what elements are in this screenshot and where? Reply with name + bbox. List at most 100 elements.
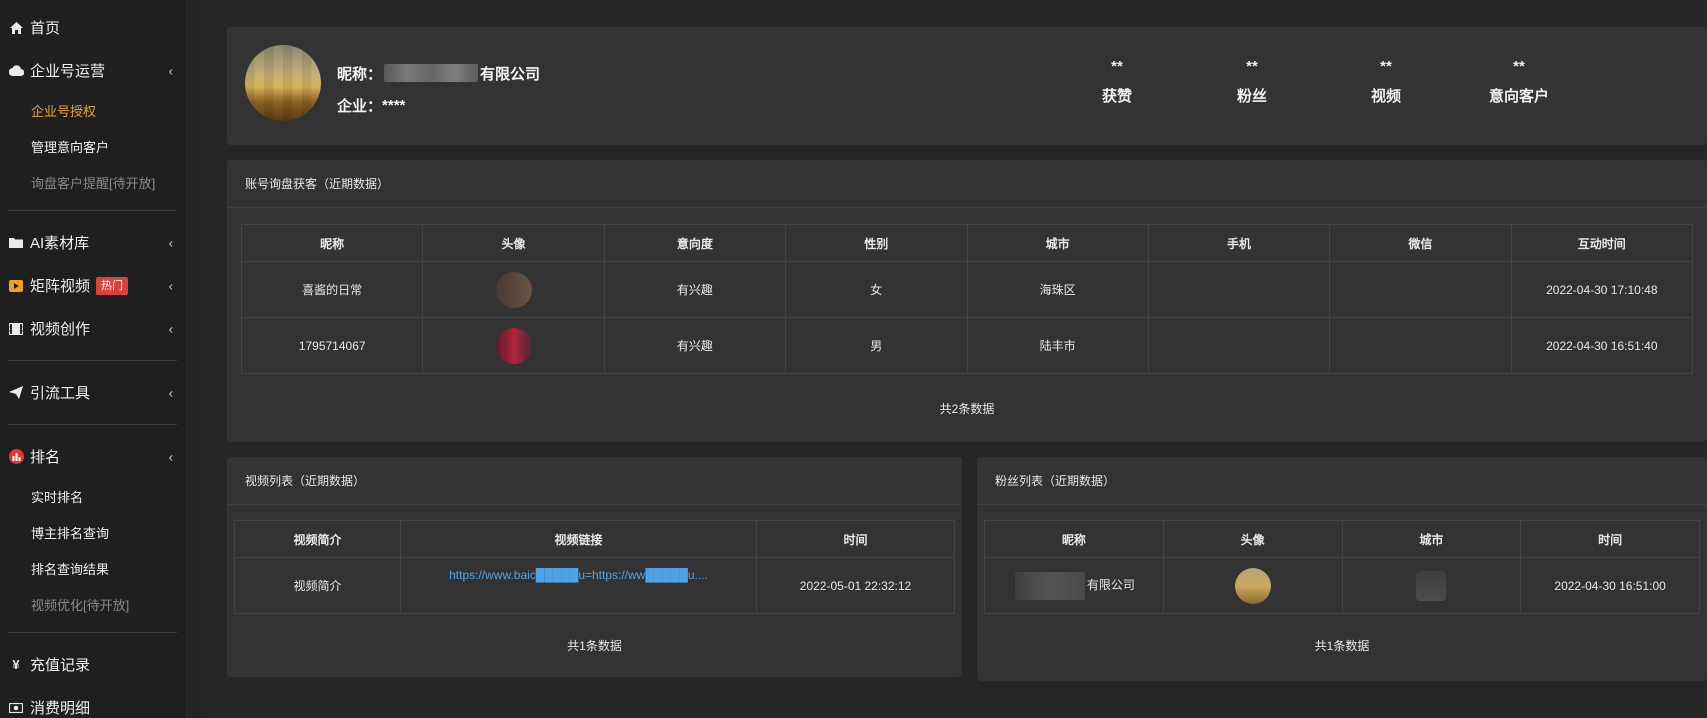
col-video-time: 时间: [756, 520, 955, 558]
cell-intent: 有兴趣: [603, 261, 787, 318]
chevron-left-icon: ‹: [168, 321, 173, 336]
stat-fans-label: 粉丝: [1236, 88, 1267, 105]
sub-ranking-results[interactable]: 排名查询结果: [0, 550, 185, 586]
cloud-icon: [8, 63, 24, 79]
fan-nickname-suffix: 有限公司: [1086, 577, 1135, 592]
sidebar-divider: [8, 424, 177, 425]
cell-fan-avatar: [1162, 557, 1343, 614]
nav-ranking-label: 排名: [30, 449, 61, 466]
chevron-left-icon: ‹: [168, 63, 173, 78]
col-phone: 手机: [1147, 224, 1331, 262]
table-row: 1795714067 有兴趣 男 陆丰市 2022-04-30 16:51:40: [240, 317, 1694, 374]
nav-ai-library-label: AI素材库: [30, 235, 90, 252]
profile-company-label: 企业：: [337, 97, 383, 115]
sidebar: 首页 企业号运营 ‹ 企业号授权 管理意向客户 询盘客户提醒[待开放] AI素材…: [0, 0, 193, 718]
nav-recharge[interactable]: ¥ 充值记录: [0, 643, 185, 686]
stat-intent-value: **: [1513, 58, 1525, 75]
sidebar-divider: [8, 632, 177, 633]
col-video-intro: 视频简介: [234, 520, 401, 558]
inquiry-title: 账号询盘获客（近期数据）: [227, 160, 1707, 208]
video-count: 共1条数据: [567, 639, 622, 653]
stat-intent-label: 意向客户: [1488, 88, 1549, 105]
avatar: [495, 271, 532, 308]
video-list-title: 视频列表（近期数据）: [227, 457, 962, 505]
nav-consumption[interactable]: 消费明细: [0, 686, 185, 718]
stat-intent-customers: ** 意向客户: [1459, 53, 1579, 113]
cell-fan-city: [1341, 557, 1522, 614]
stat-fans: ** 粉丝: [1192, 53, 1312, 113]
col-city: 城市: [966, 224, 1149, 262]
fans-table-wrap: 昵称 头像 城市 时间 有限公司 2022-04-30 16:51:00: [984, 520, 1700, 614]
stat-fans-value: **: [1246, 58, 1258, 75]
money-icon: [8, 700, 24, 716]
nav-enterprise[interactable]: 企业号运营 ‹: [0, 49, 185, 92]
nav-ranking[interactable]: 排名 ‹: [0, 435, 185, 478]
table-row: 有限公司 2022-04-30 16:51:00: [984, 557, 1700, 614]
nav-consumption-label: 消费明细: [30, 700, 91, 717]
nav-traffic-tools[interactable]: 引流工具 ‹: [0, 371, 185, 414]
cell-time: 2022-04-30 16:51:40: [1510, 317, 1694, 374]
nav-recharge-label: 充值记录: [30, 657, 91, 674]
fans-count: 共1条数据: [1314, 639, 1370, 653]
cell-avatar: [422, 317, 605, 374]
nav-enterprise-label: 企业号运营: [30, 63, 106, 80]
cell-gender: 男: [785, 317, 968, 374]
video-tag-icon: [8, 278, 24, 294]
col-fan-nickname: 昵称: [984, 520, 1164, 558]
redacted-name: [1014, 571, 1085, 600]
nav-home[interactable]: 首页: [0, 6, 185, 49]
inquiry-panel: 账号询盘获客（近期数据） 昵称 头像 意向度 性别 城市 手机 微信 互动时间: [227, 160, 1707, 442]
col-fan-time: 时间: [1520, 520, 1700, 558]
sidebar-divider: [8, 210, 177, 211]
video-link[interactable]: https://www.baic█████u=https://ww█████u.…: [449, 568, 708, 582]
nav-traffic-tools-label: 引流工具: [30, 385, 91, 402]
nav-matrix-video[interactable]: 矩阵视频 热门 ‹: [0, 264, 185, 307]
nav-video-create[interactable]: 视频创作 ‹: [0, 307, 185, 350]
stat-likes: ** 获赞: [1057, 53, 1177, 113]
sub-realtime-ranking[interactable]: 实时排名: [0, 478, 185, 514]
cell-wechat: [1329, 261, 1512, 318]
chevron-left-icon: ‹: [168, 235, 173, 250]
profile-nickname-label: 昵称：: [337, 65, 383, 83]
cell-nickname: 1795714067: [240, 317, 424, 374]
inquiry-table-wrap: 昵称 头像 意向度 性别 城市 手机 微信 互动时间 喜酱的日常 有兴趣 女 海…: [240, 224, 1694, 374]
avatar: [1234, 567, 1271, 604]
col-wechat: 微信: [1329, 224, 1512, 262]
sub-manage-customers[interactable]: 管理意向客户: [0, 128, 185, 164]
cell-video-intro: 视频简介: [234, 557, 401, 614]
chevron-left-icon: ‹: [168, 449, 173, 464]
video-header-row: 视频简介 视频链接 时间: [234, 520, 955, 558]
cell-avatar: [422, 261, 605, 318]
home-icon: [8, 20, 24, 36]
col-nickname: 昵称: [240, 224, 424, 262]
cell-time: 2022-04-30 17:10:48: [1510, 261, 1694, 318]
table-row: 喜酱的日常 有兴趣 女 海珠区 2022-04-30 17:10:48: [240, 261, 1694, 318]
inquiry-count: 共2条数据: [939, 402, 995, 416]
profile-nickname-row: 昵称： 有限公司: [337, 57, 540, 89]
col-fan-city: 城市: [1341, 520, 1522, 558]
cell-video-time: 2022-05-01 22:32:12: [756, 557, 955, 614]
fans-list-title: 粉丝列表（近期数据）: [977, 457, 1707, 505]
fans-list-panel: 粉丝列表（近期数据） 昵称 头像 城市 时间 有限公司 2022-04-30 1…: [977, 457, 1707, 681]
app-root: 首页 企业号运营 ‹ 企业号授权 管理意向客户 询盘客户提醒[待开放] AI素材…: [0, 0, 1707, 718]
inquiry-table: 昵称 头像 意向度 性别 城市 手机 微信 互动时间 喜酱的日常 有兴趣 女 海…: [240, 224, 1694, 374]
cell-video-link: https://www.baic█████u=https://ww█████u.…: [400, 557, 757, 614]
profile-avatar: [245, 45, 321, 121]
sub-blogger-ranking[interactable]: 博主排名查询: [0, 514, 185, 550]
profile-company-value: ****: [382, 96, 406, 114]
nav-video-create-label: 视频创作: [30, 321, 91, 338]
avatar: [495, 327, 532, 364]
fans-header-row: 昵称 头像 城市 时间: [984, 520, 1700, 558]
nav-ai-library[interactable]: AI素材库 ‹: [0, 221, 185, 264]
cell-city: 海珠区: [966, 261, 1149, 318]
profile-nickname-suffix: 有限公司: [480, 65, 541, 83]
cell-gender: 女: [785, 261, 968, 318]
sidebar-divider: [8, 360, 177, 361]
stat-likes-value: **: [1111, 58, 1123, 75]
profile-card: 昵称： 有限公司 企业： **** ** 获赞 ** 粉丝 ** 视频 ** 意…: [227, 27, 1707, 145]
chevron-left-icon: ‹: [168, 278, 173, 293]
ranking-icon: [8, 449, 24, 465]
main-content: 昵称： 有限公司 企业： **** ** 获赞 ** 粉丝 ** 视频 ** 意…: [201, 0, 1707, 718]
sub-enterprise-auth[interactable]: 企业号授权: [0, 92, 185, 128]
stat-likes-label: 获赞: [1101, 88, 1132, 105]
